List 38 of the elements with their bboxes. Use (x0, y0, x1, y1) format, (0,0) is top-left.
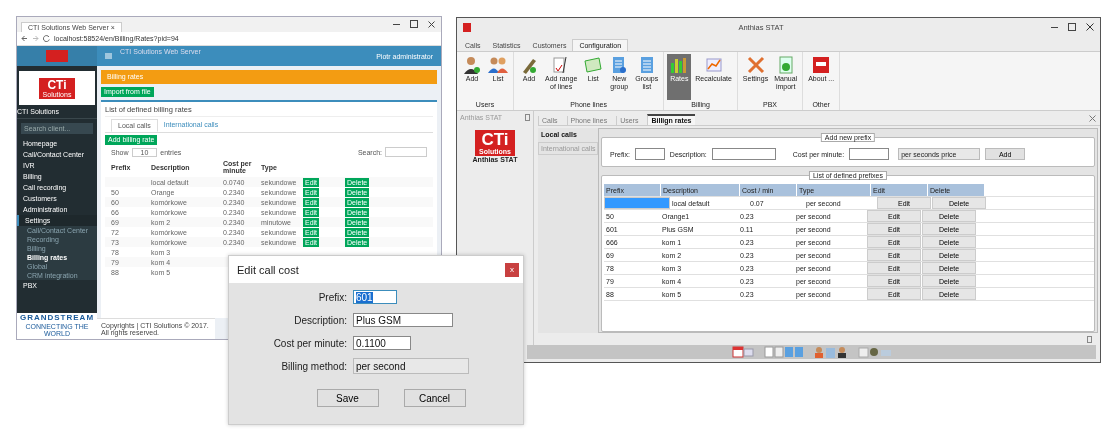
pin-icon[interactable] (525, 114, 530, 121)
person-icon (462, 55, 482, 75)
dialog-button[interactable]: Save (316, 389, 379, 407)
description-field[interactable] (711, 148, 776, 160)
chart-icon (703, 55, 724, 75)
input-field[interactable]: Plus GSM (353, 313, 453, 327)
app-icon (463, 22, 471, 32)
people-icon[interactable] (813, 346, 848, 358)
search-field[interactable] (385, 147, 427, 157)
field-label: Billing method: (280, 360, 347, 372)
input-field[interactable]: 0.1100 (353, 336, 411, 350)
dialog-button[interactable]: Cancel (403, 389, 466, 407)
tools-icon (745, 55, 766, 75)
close-icon[interactable] (428, 20, 435, 28)
field-label: Cost per minute: (272, 337, 347, 349)
logo-icon (46, 50, 68, 62)
close-icon[interactable] (1086, 23, 1094, 31)
reload-icon[interactable] (43, 35, 50, 42)
prefix-field[interactable]: 601 (353, 290, 397, 304)
prefix-field[interactable] (634, 148, 665, 160)
cost-field[interactable] (849, 148, 890, 160)
maximize-icon[interactable] (410, 20, 418, 28)
card-icon (583, 55, 604, 75)
close-button[interactable]: x (505, 262, 519, 277)
billing-method-select[interactable]: per second (353, 358, 469, 374)
pin-icon[interactable] (1087, 335, 1092, 343)
dialog-title: Edit call cost (237, 263, 299, 276)
maximize-icon[interactable] (1068, 23, 1076, 31)
devices-icon[interactable] (857, 346, 892, 358)
field-label: Prefix: (317, 291, 347, 303)
back-icon[interactable] (21, 35, 28, 42)
minimize-icon[interactable] (393, 23, 400, 25)
calendar-icon[interactable] (731, 346, 754, 358)
field-label: Description: (293, 314, 347, 326)
minimize-icon[interactable] (1051, 26, 1058, 28)
people-icon (488, 55, 508, 75)
logo-icon (811, 55, 832, 75)
documents-icon[interactable] (763, 346, 804, 358)
